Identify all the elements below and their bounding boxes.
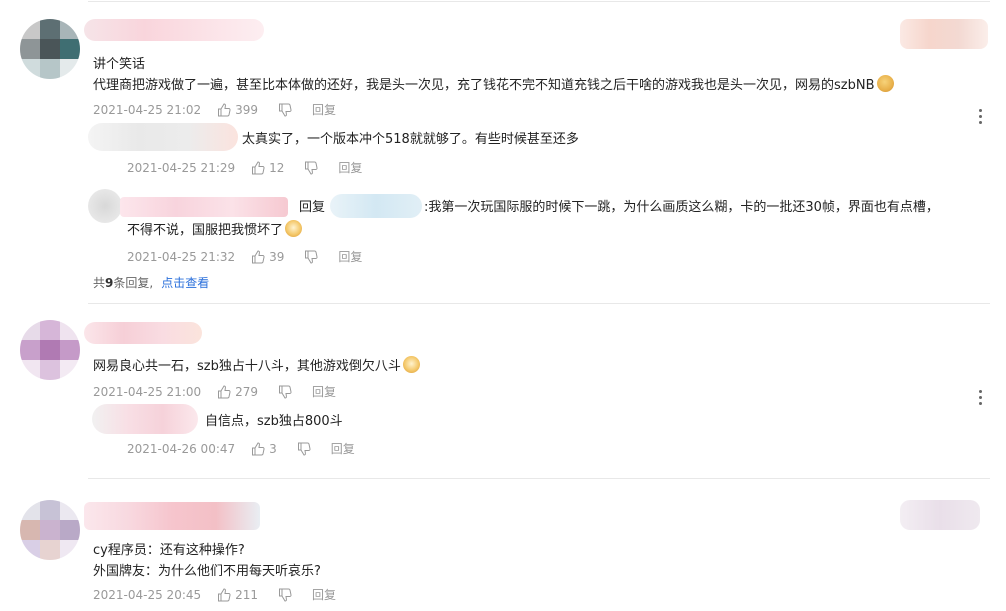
- thumbs-down-icon: [279, 385, 292, 399]
- comment-body-line: 网易良心共一石，szb独占十八斗，其他游戏倒欠八斗: [93, 355, 420, 374]
- username[interactable]: [84, 322, 202, 344]
- reply-button[interactable]: 回复: [338, 159, 362, 176]
- dislike-button[interactable]: [278, 385, 292, 399]
- emoji-icon: [285, 220, 303, 237]
- reply-text: 自信点，szb独占800斗: [205, 414, 343, 429]
- dislike-button[interactable]: [304, 161, 318, 175]
- emoji-icon: [402, 356, 420, 373]
- reply-meta: 2021-04-25 21:29 12 回复: [127, 159, 362, 176]
- thumbs-up-icon: [218, 384, 231, 398]
- comment-meta: 2021-04-25 21:00 279 回复: [93, 383, 336, 400]
- timestamp: 2021-04-25 21:32: [127, 249, 236, 264]
- like-count: 39: [269, 249, 285, 264]
- comment-divider: [88, 303, 990, 304]
- thumbs-down-icon: [279, 588, 292, 602]
- reply-meta: 2021-04-25 21:32 39 回复: [127, 248, 362, 265]
- comment-divider: [88, 478, 990, 479]
- reply-summary-suffix: 条回复,: [113, 276, 154, 290]
- reply-summary: 共9条回复, 点击查看: [93, 274, 209, 291]
- reply-username[interactable]: [92, 404, 198, 434]
- comment-meta: 2021-04-25 20:45 211 回复: [93, 586, 336, 603]
- timestamp: 2021-04-25 21:00: [93, 384, 202, 399]
- like-button[interactable]: 399: [217, 103, 258, 117]
- like-count: 3: [269, 441, 277, 456]
- like-button[interactable]: 12: [251, 161, 284, 175]
- reply-to-label: 回复: [299, 200, 326, 215]
- dislike-button[interactable]: [297, 442, 311, 456]
- username[interactable]: [84, 19, 264, 41]
- reply-text-line: 不得不说，国服把我惯坏了: [127, 219, 303, 238]
- avatar[interactable]: [20, 500, 80, 560]
- reply-button[interactable]: 回复: [312, 101, 336, 118]
- reply-to-username[interactable]: [330, 194, 422, 218]
- like-count: 211: [235, 587, 259, 602]
- top-divider: [88, 1, 990, 2]
- thumbs-up-icon: [252, 441, 265, 455]
- like-button[interactable]: 279: [217, 385, 258, 399]
- dislike-button[interactable]: [304, 250, 318, 264]
- thumbs-down-icon: [305, 250, 318, 264]
- reply-button[interactable]: 回复: [338, 248, 362, 265]
- comment-body-line: 讲个笑话: [93, 57, 146, 72]
- username[interactable]: [84, 502, 260, 530]
- timestamp: 2021-04-25 21:29: [127, 160, 236, 175]
- reply-avatar[interactable]: [88, 189, 122, 223]
- avatar[interactable]: [20, 19, 80, 79]
- reply-username[interactable]: [120, 197, 288, 217]
- thumbs-down-icon: [297, 442, 311, 456]
- reply-text: 太真实了，一个版本冲个518就就够了。有些时候甚至还多: [242, 132, 579, 147]
- like-count: 279: [235, 384, 259, 399]
- comment-body-text: 网易良心共一石，szb独占十八斗，其他游戏倒欠八斗: [93, 359, 401, 374]
- timestamp: 2021-04-25 21:02: [93, 102, 202, 117]
- dislike-button[interactable]: [278, 103, 292, 117]
- more-vertical-icon[interactable]: [979, 109, 983, 127]
- comment-body-text: 代理商把游戏做了一遍，甚至比本体做的还好，我是头一次见，充了钱花不完不知道充钱之…: [93, 78, 875, 93]
- reply-meta: 2021-04-26 00:47 3 回复: [127, 440, 355, 457]
- timestamp: 2021-04-25 20:45: [93, 587, 202, 602]
- dislike-button[interactable]: [278, 588, 292, 602]
- like-button[interactable]: 211: [217, 588, 258, 602]
- thumbs-down-icon: [279, 103, 292, 117]
- thumbs-up-icon: [218, 587, 231, 601]
- reply-username[interactable]: [88, 123, 238, 151]
- reply-summary-prefix: 共: [93, 276, 106, 290]
- reply-button[interactable]: 回复: [312, 383, 336, 400]
- comment-body-line: 外国牌友：为什么他们不用每天听哀乐?: [93, 564, 321, 579]
- badge: [900, 19, 988, 49]
- reply-button[interactable]: 回复: [312, 586, 336, 603]
- reply-text: 不得不说，国服把我惯坏了: [127, 223, 284, 238]
- like-count: 399: [235, 102, 259, 117]
- thumbs-down-icon: [305, 161, 318, 175]
- avatar[interactable]: [20, 320, 80, 380]
- comment-body-line: 代理商把游戏做了一遍，甚至比本体做的还好，我是头一次见，充了钱花不完不知道充钱之…: [93, 74, 894, 93]
- emoji-icon: [876, 75, 894, 92]
- view-replies-link[interactable]: 点击查看: [161, 276, 209, 290]
- thumbs-up-icon: [218, 102, 231, 116]
- timestamp: 2021-04-26 00:47: [127, 441, 236, 456]
- like-count: 12: [269, 160, 285, 175]
- comment-body-line: cy程序员：还有这种操作?: [93, 543, 245, 558]
- comment-meta: 2021-04-25 21:02 399 回复: [93, 101, 336, 118]
- like-button[interactable]: 3: [251, 442, 277, 456]
- badge: [900, 500, 980, 530]
- reply-text-line: :我第一次玩国际服的时候下一跳，为什么画质这么糊，卡的一批还30帧，界面也有点槽…: [424, 200, 939, 215]
- like-button[interactable]: 39: [251, 250, 284, 264]
- thumbs-up-icon: [252, 249, 265, 263]
- reply-button[interactable]: 回复: [331, 440, 355, 457]
- thumbs-up-icon: [252, 160, 265, 174]
- more-vertical-icon[interactable]: [979, 390, 983, 408]
